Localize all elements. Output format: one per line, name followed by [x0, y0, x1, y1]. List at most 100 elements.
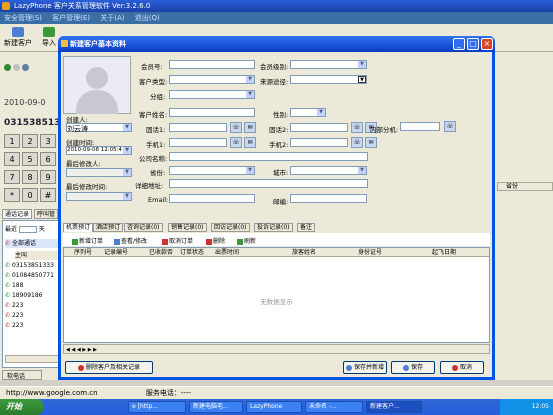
- tab-consult-records[interactable]: 咨询记录(0): [124, 223, 163, 232]
- call-number: 188: [11, 282, 24, 289]
- address-input[interactable]: [169, 179, 368, 188]
- province-select[interactable]: ▼: [169, 166, 255, 175]
- pager-nav-icon[interactable]: ◀ ◀ ◀ ▶ ▶ ▶: [66, 347, 97, 353]
- key-2[interactable]: 2: [22, 134, 38, 148]
- task-untitled[interactable]: 未命名 -...: [305, 401, 363, 413]
- new-customer-button[interactable]: 新建客户: [2, 26, 34, 50]
- delete-button[interactable]: 删除: [206, 236, 225, 245]
- sms-tel1-icon[interactable]: ✉: [244, 122, 256, 133]
- gender-select[interactable]: ▼: [290, 108, 326, 117]
- key-6[interactable]: 6: [40, 152, 56, 166]
- grid-pager[interactable]: ◀ ◀ ◀ ▶ ▶ ▶: [63, 344, 490, 354]
- call-row[interactable]: ✆ 01084850771: [5, 271, 60, 280]
- creator-select[interactable]: 刘云涛 ▼: [66, 123, 132, 133]
- dial-mobile2-icon[interactable]: ☏: [351, 137, 363, 148]
- ext-input[interactable]: [400, 122, 440, 131]
- dial-tel2-icon[interactable]: ☏: [351, 122, 363, 133]
- call-row[interactable]: ✆ 188: [5, 281, 60, 290]
- right-panel: [493, 52, 553, 380]
- call-number: 223: [11, 302, 24, 309]
- cancel-label: 取消: [459, 364, 472, 371]
- call-row[interactable]: ✆ 223: [5, 311, 60, 320]
- missed-call-icon: ✆: [5, 302, 11, 309]
- start-button[interactable]: 开始: [0, 399, 44, 415]
- call-list-pager[interactable]: [5, 355, 59, 363]
- maximize-button[interactable]: □: [467, 38, 479, 50]
- group-select[interactable]: ▼: [169, 90, 255, 99]
- member-level-select[interactable]: ▼: [290, 60, 367, 69]
- sms-mobile1-icon[interactable]: ✉: [244, 137, 256, 148]
- add-order-button[interactable]: 新增订单: [72, 236, 103, 245]
- status-url[interactable]: http://www.google.com.cn: [6, 389, 98, 397]
- no-data-message: 无数据显示: [260, 298, 293, 306]
- call-row[interactable]: ✆ 03153851333: [5, 261, 60, 270]
- menu-about[interactable]: 关于(A): [100, 14, 124, 22]
- call-row[interactable]: ✆ 18909186: [5, 291, 60, 300]
- email-input[interactable]: [169, 194, 255, 203]
- member-no-input[interactable]: [169, 60, 255, 69]
- dial-ext-icon[interactable]: ☏: [444, 121, 456, 132]
- key-7[interactable]: 7: [4, 170, 20, 184]
- company-input[interactable]: [169, 152, 368, 161]
- tab-followup-records[interactable]: 回访记录(0): [211, 223, 250, 232]
- menu-customer[interactable]: 客户管理(E): [52, 14, 90, 22]
- key-1[interactable]: 1: [4, 134, 20, 148]
- all-calls-filter[interactable]: ✆ 全部通话: [5, 239, 60, 248]
- settings-icon[interactable]: [22, 64, 29, 71]
- key-5[interactable]: 5: [22, 152, 38, 166]
- customer-type-select[interactable]: ▼: [169, 75, 255, 84]
- tel2-input[interactable]: [290, 123, 348, 132]
- close-button[interactable]: ×: [481, 38, 493, 50]
- call-list-header: 主叫: [15, 251, 59, 260]
- task-browser[interactable]: e [http...: [128, 401, 186, 413]
- tab-flight-booking[interactable]: 机票预订: [63, 223, 94, 232]
- tab-notes[interactable]: 备注: [297, 223, 316, 232]
- source-select[interactable]: ▼: [290, 75, 367, 84]
- postcode-input[interactable]: [290, 194, 367, 203]
- dial-mobile1-icon[interactable]: ☏: [230, 137, 242, 148]
- key-0[interactable]: 0: [22, 188, 38, 202]
- save-button[interactable]: 保存: [391, 361, 435, 374]
- customer-photo[interactable]: [63, 56, 131, 114]
- postcode-label: 邮编:: [273, 198, 289, 206]
- task-new-customer[interactable]: 新建客户...: [366, 401, 422, 413]
- refresh-button[interactable]: 刷新: [237, 236, 256, 245]
- key-8[interactable]: 8: [22, 170, 38, 184]
- minimize-button[interactable]: _: [453, 38, 465, 50]
- view-edit-button[interactable]: 查看/修改: [114, 236, 147, 245]
- save-new-button[interactable]: 保存并新增: [343, 361, 387, 374]
- sms-mobile2-icon[interactable]: ✉: [365, 137, 377, 148]
- filter-days-input[interactable]: [18, 226, 37, 233]
- city-select[interactable]: ▼: [290, 166, 367, 175]
- tab-call-log[interactable]: 通话记录: [2, 209, 33, 219]
- cancel-button[interactable]: 取消: [440, 361, 484, 374]
- menu-exit[interactable]: 退出(Q): [135, 14, 160, 22]
- key-star[interactable]: *: [4, 188, 20, 202]
- tel1-input[interactable]: [169, 123, 227, 132]
- cancel-order-button[interactable]: 取消订单: [162, 236, 193, 245]
- call-row[interactable]: ✆ 223: [5, 321, 60, 330]
- mobile2-input[interactable]: [290, 138, 348, 147]
- created-time-select[interactable]: 2010-09-08 12:05:4 ▼: [66, 146, 132, 155]
- name-input[interactable]: [169, 108, 255, 117]
- key-hash[interactable]: #: [40, 188, 56, 202]
- new-customer-label: 新建客户: [4, 39, 32, 47]
- modified-time-select[interactable]: ▼: [66, 192, 132, 201]
- mobile1-input[interactable]: [169, 138, 227, 147]
- tab-sales-records[interactable]: 销售记录(0): [168, 223, 207, 232]
- modifier-select[interactable]: ▼: [66, 168, 132, 177]
- task-lazyphone[interactable]: LazyPhone: [246, 401, 302, 413]
- tab-soft-phone[interactable]: 软电话: [2, 370, 42, 380]
- task-folder[interactable]: 新建电脑毛...: [189, 401, 243, 413]
- key-9[interactable]: 9: [40, 170, 56, 184]
- tab-call-manage[interactable]: 呼叫管: [34, 209, 59, 219]
- call-row[interactable]: ✆ 223: [5, 301, 60, 310]
- key-4[interactable]: 4: [4, 152, 20, 166]
- delete-customer-button[interactable]: 删除客户及相关记录: [65, 361, 153, 374]
- tab-hotel-booking[interactable]: 酒店预订: [93, 223, 124, 232]
- tab-complaint-records[interactable]: 投诉记录(0): [254, 223, 293, 232]
- key-3[interactable]: 3: [40, 134, 56, 148]
- menu-security[interactable]: 安全管理(S): [4, 14, 42, 22]
- dial-tel1-icon[interactable]: ☏: [230, 122, 242, 133]
- import-button[interactable]: 导入: [38, 26, 60, 50]
